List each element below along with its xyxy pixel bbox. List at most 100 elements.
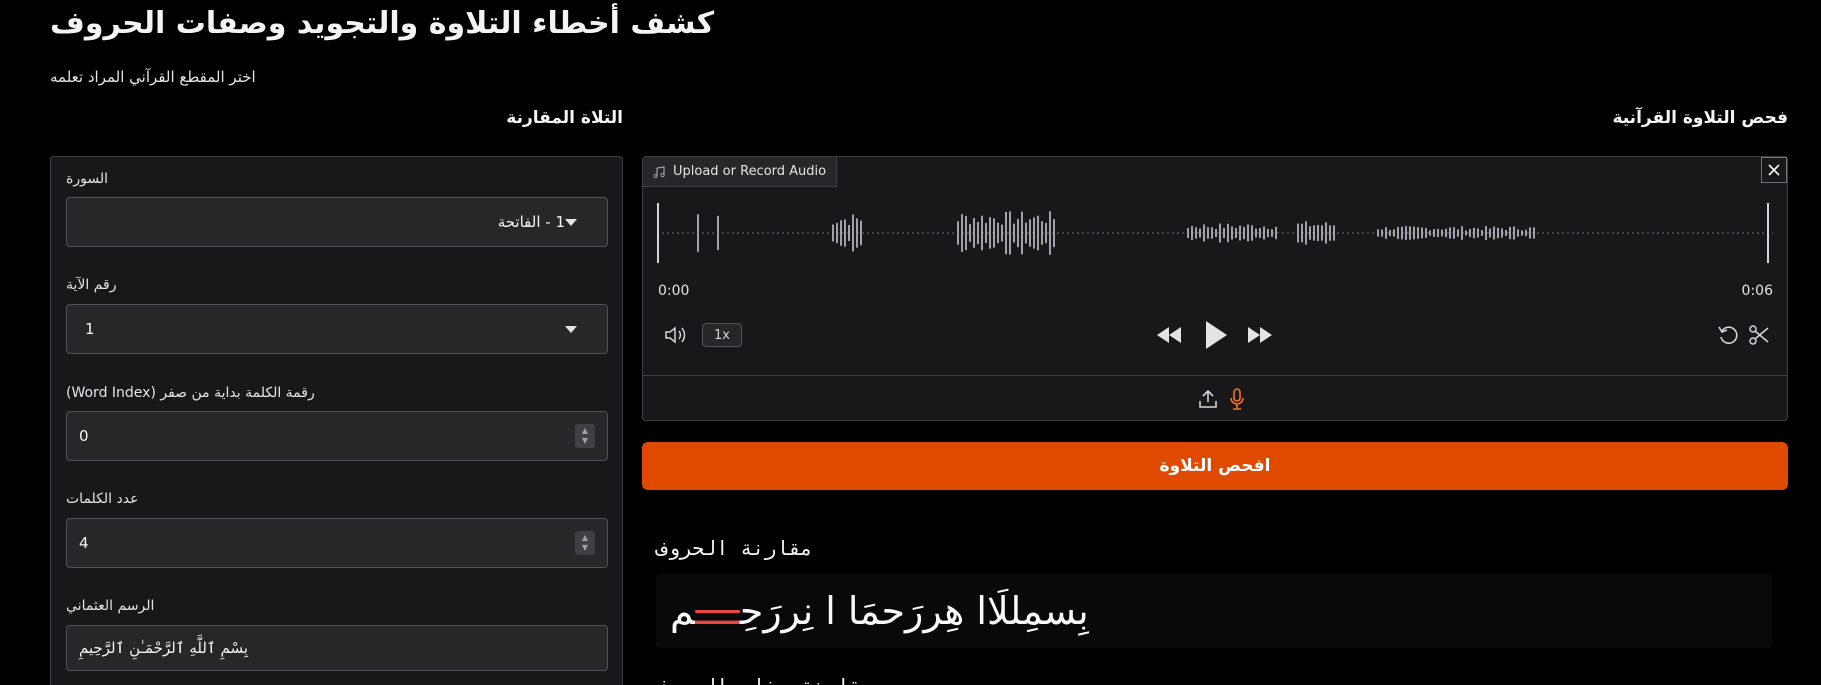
waveform-bar <box>717 215 719 251</box>
reference-column: التلاة المقارنة السورة 1 - الفاتحة رقم ا… <box>50 108 623 685</box>
waveform-bar <box>1243 226 1245 240</box>
waveform-bar <box>985 223 987 243</box>
waveform-bar <box>1029 219 1031 247</box>
time-duration: 0:06 <box>1741 283 1773 299</box>
waveform-bar <box>965 215 967 251</box>
check-section-title: فحص التلاوة القرآنية <box>1612 108 1788 128</box>
waveform-bar <box>1449 227 1451 239</box>
waveform-bar <box>1525 229 1527 237</box>
waveform-bar <box>1509 226 1511 240</box>
waveform-bar <box>1485 226 1487 240</box>
fast-forward-icon[interactable] <box>1245 323 1275 347</box>
word-count-value: 4 <box>79 534 89 552</box>
waveform-bar <box>856 218 858 248</box>
waveform-bar <box>1517 229 1519 237</box>
playback-speed-button[interactable]: 1x <box>702 323 742 347</box>
waveform-bar <box>1433 229 1435 237</box>
word-index-input[interactable]: 0 ▲ ▼ <box>66 411 608 461</box>
waveform-bar <box>1267 228 1269 238</box>
waveform-bar <box>997 222 999 244</box>
waveform-bar <box>1441 229 1443 237</box>
page-subtitle: اختر المقطع القرآني المراد تعلمه <box>50 68 256 86</box>
audio-panel: Upload or Record Audio 0:00 0:06 1x <box>642 156 1788 421</box>
scissors-icon[interactable] <box>1747 323 1771 347</box>
waveform-bar <box>1309 226 1311 240</box>
waveform-bar <box>1301 223 1303 243</box>
waveform-bar <box>1321 225 1323 241</box>
waveform-bar <box>1037 215 1039 251</box>
waveform-bar <box>1247 224 1249 242</box>
check-recitation-button[interactable]: افحص التلاوة <box>642 442 1788 490</box>
waveform-bar <box>1223 227 1225 239</box>
waveform-bar <box>1445 228 1447 238</box>
time-current: 0:00 <box>658 283 690 299</box>
word-index-value: 0 <box>79 427 89 445</box>
audio-tab-label: Upload or Record Audio <box>673 164 827 179</box>
volume-icon[interactable] <box>663 323 691 347</box>
waveform-bar <box>1017 218 1019 248</box>
waveform-bar <box>1329 225 1331 241</box>
rewind-icon[interactable] <box>1154 323 1184 347</box>
uthmani-value: بِسْمِ ٱللَّهِ ٱلرَّحْمَـٰنِ ٱلرَّحِيمِ <box>79 639 249 657</box>
audio-source-bar <box>643 375 1787 421</box>
number-stepper[interactable]: ▲ ▼ <box>575 424 595 448</box>
waveform-bar <box>1473 227 1475 239</box>
waveform-bar <box>1429 230 1431 236</box>
waveform-bar <box>1251 225 1253 241</box>
waveform-bar <box>1053 218 1055 248</box>
close-audio-button[interactable] <box>1761 157 1787 183</box>
waveform-bar <box>1497 227 1499 239</box>
chevron-down-icon <box>565 218 577 226</box>
close-icon <box>1768 164 1780 176</box>
surah-label: السورة <box>66 171 108 187</box>
waveform-bar <box>1481 230 1483 236</box>
waveform-bar <box>1489 228 1491 238</box>
waveform-bar <box>1207 227 1209 239</box>
playback-controls: 1x <box>643 317 1787 353</box>
waveform-bar <box>1013 223 1015 243</box>
word-count-input[interactable]: 4 ▲ ▼ <box>66 518 608 568</box>
upload-icon[interactable] <box>1196 387 1220 411</box>
audio-tab[interactable]: Upload or Record Audio <box>643 157 838 187</box>
uthmani-textbox[interactable]: بِسْمِ ٱللَّهِ ٱلرَّحْمَـٰنِ ٱلرَّحِيمِ <box>66 625 608 671</box>
surah-value: 1 - الفاتحة <box>497 213 565 231</box>
surah-dropdown[interactable]: 1 - الفاتحة <box>66 197 608 247</box>
waveform-bar <box>1377 229 1379 237</box>
waveform-bar <box>1465 230 1467 236</box>
waveform-bar <box>1263 226 1265 240</box>
waveform-bar <box>1235 227 1237 239</box>
waveform-bar <box>1493 226 1495 240</box>
waveform-cursor[interactable] <box>1767 203 1769 263</box>
letters-comparison-text: بِسمِللَاا هِررَحمَا ا نِررَحِــــم <box>670 589 1089 633</box>
waveform-bar <box>977 221 979 245</box>
waveform-bar <box>1457 229 1459 237</box>
waveform-bar <box>1461 226 1463 240</box>
waveform-cursor[interactable] <box>657 203 659 263</box>
reset-icon[interactable] <box>1716 323 1740 347</box>
play-icon[interactable] <box>1201 317 1231 353</box>
letters-comparison-box: بِسمِللَاا هِررَحمَا ا نِررَحِــــم <box>656 574 1772 648</box>
waveform-bar <box>1045 222 1047 244</box>
number-stepper[interactable]: ▲ ▼ <box>575 531 595 555</box>
music-note-icon <box>653 165 665 178</box>
waveform-bar <box>1025 222 1027 244</box>
audio-waveform[interactable] <box>657 201 1773 265</box>
waveform-bar <box>1393 229 1395 237</box>
waveform-bar <box>1521 230 1523 236</box>
waveform-bar <box>1001 224 1003 242</box>
microphone-icon[interactable] <box>1225 387 1249 411</box>
comparison-error: ــــ <box>695 589 740 633</box>
waveform-bar <box>1405 226 1407 240</box>
waveform-bar <box>1187 227 1189 239</box>
waveform-bar <box>1215 228 1217 238</box>
waveform-bar <box>1469 228 1471 238</box>
waveform-bar <box>840 220 842 246</box>
waveform-bar <box>969 224 971 242</box>
waveform-bar <box>1397 227 1399 239</box>
page-title: كشف أخطاء التلاوة والتجويد وصفات الحروف <box>50 6 715 41</box>
waveform-bar <box>1401 226 1403 240</box>
aya-dropdown[interactable]: 1 <box>66 304 608 354</box>
comparison-tail: م <box>670 589 696 633</box>
waveform-bar <box>1325 222 1327 244</box>
aya-label: رقم الآية <box>66 277 117 293</box>
